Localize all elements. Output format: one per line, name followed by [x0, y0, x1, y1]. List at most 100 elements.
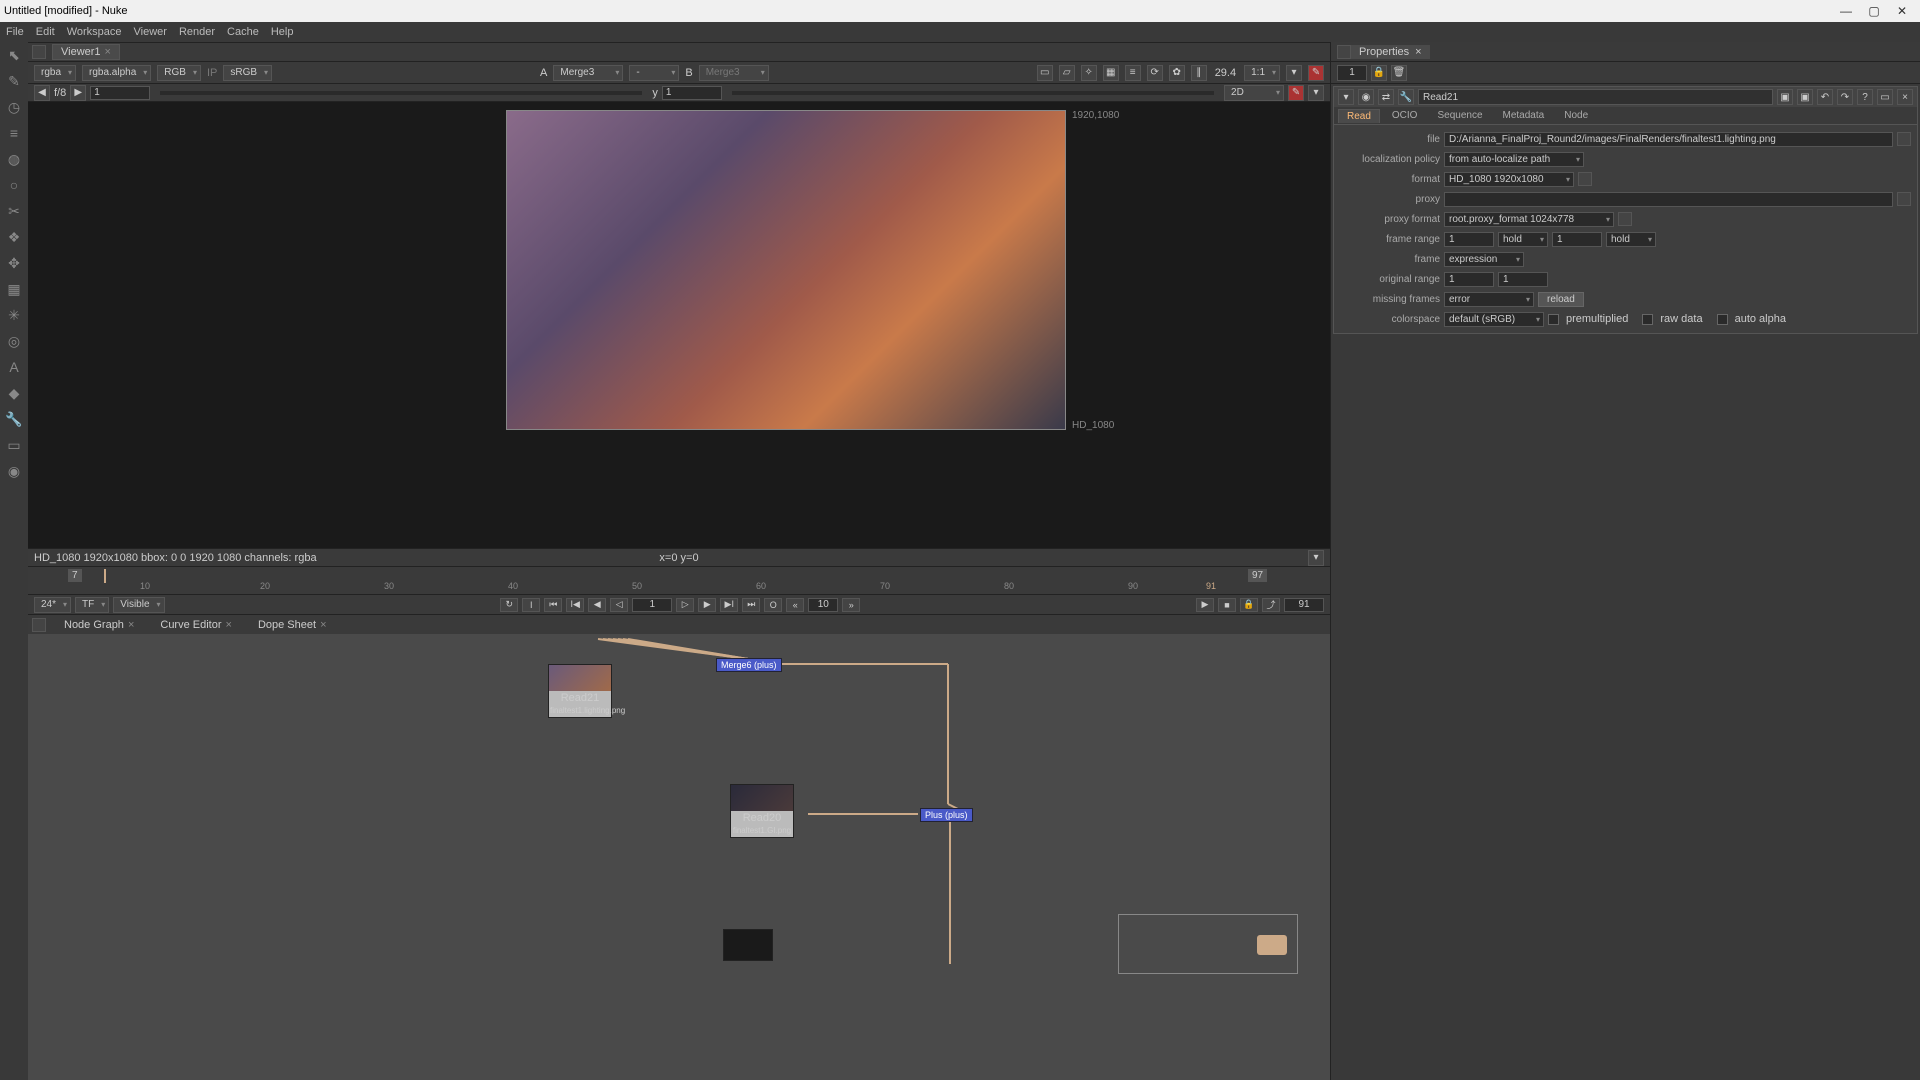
frame-dd[interactable]: expression: [1444, 252, 1524, 267]
tab-properties[interactable]: Properties×: [1351, 45, 1430, 59]
undo-icon[interactable]: ↶: [1817, 89, 1833, 105]
tab-handle-icon[interactable]: [32, 45, 46, 59]
proxyformat-dd[interactable]: root.proxy_format 1024x778: [1444, 212, 1614, 227]
endframe-input[interactable]: [1284, 598, 1324, 612]
gamma-input[interactable]: [662, 86, 722, 100]
skip-back-icon[interactable]: ⏮: [544, 598, 562, 612]
menu-viewer[interactable]: Viewer: [134, 26, 167, 38]
disc-icon[interactable]: ◎: [5, 332, 23, 350]
node-plus[interactable]: Plus (plus): [920, 808, 973, 822]
out-icon[interactable]: ⤴: [1262, 598, 1280, 612]
trash-icon[interactable]: 🗑: [1391, 65, 1407, 81]
move-icon[interactable]: ✥: [5, 254, 23, 272]
fps-dd[interactable]: 24*: [34, 597, 71, 613]
link-icon[interactable]: ⇄: [1378, 89, 1394, 105]
cube-icon[interactable]: ▦: [5, 280, 23, 298]
gamma-slider[interactable]: [732, 91, 1214, 95]
ring-icon[interactable]: ◉: [5, 462, 23, 480]
prev-key-icon[interactable]: I◀: [566, 598, 584, 612]
menu-edit[interactable]: Edit: [36, 26, 55, 38]
mode-dd[interactable]: 2D: [1224, 85, 1284, 101]
format-edit-icon[interactable]: [1578, 172, 1592, 186]
framerange-mode1-dd[interactable]: hold: [1498, 232, 1548, 247]
wrench-icon[interactable]: 🔧: [1398, 89, 1414, 105]
origrange-end[interactable]: [1498, 272, 1548, 287]
close-button[interactable]: ✕: [1888, 2, 1916, 20]
timeline-end[interactable]: 97: [1248, 569, 1267, 582]
node-read20[interactable]: Read20finaltest1.GI.png: [730, 784, 794, 838]
skip-fwd-icon[interactable]: ⏭: [742, 598, 760, 612]
rows-icon[interactable]: ≡: [5, 124, 23, 142]
stop-icon[interactable]: ■: [1218, 598, 1236, 612]
dup-icon[interactable]: ▣: [1797, 89, 1813, 105]
ptab-ocio[interactable]: OCIO: [1384, 109, 1426, 122]
prop-count-input[interactable]: [1337, 65, 1367, 81]
wand-icon[interactable]: ✧: [1081, 65, 1097, 81]
pen-icon[interactable]: ✎: [5, 72, 23, 90]
redo-icon[interactable]: ↷: [1837, 89, 1853, 105]
nodename-input[interactable]: [1418, 89, 1773, 105]
help-icon[interactable]: ?: [1857, 89, 1873, 105]
node-read-dark[interactable]: [723, 929, 773, 961]
float-icon[interactable]: ▭: [1877, 89, 1893, 105]
gear-icon[interactable]: ✿: [1169, 65, 1185, 81]
tag-icon[interactable]: ◆: [5, 384, 23, 402]
file-input[interactable]: [1444, 132, 1893, 147]
node-merge6[interactable]: Merge6 (plus): [716, 658, 782, 672]
format-edit-icon[interactable]: [1618, 212, 1632, 226]
ptab-sequence[interactable]: Sequence: [1429, 109, 1490, 122]
prev-icon[interactable]: ◀: [34, 85, 50, 101]
ptab-read[interactable]: Read: [1338, 109, 1380, 123]
node-graph[interactable]: Read21finaltest1.lighting.png Merge6 (pl…: [28, 634, 1330, 1080]
ptab-metadata[interactable]: Metadata: [1495, 109, 1553, 122]
pointer-icon[interactable]: ⬉: [5, 46, 23, 64]
browse-icon[interactable]: [1897, 132, 1911, 146]
b-input-dd[interactable]: Merge3: [699, 65, 769, 81]
panel-icon[interactable]: ▭: [5, 436, 23, 454]
clock-icon[interactable]: ◷: [5, 98, 23, 116]
close-icon[interactable]: ×: [226, 619, 232, 631]
menu-render[interactable]: Render: [179, 26, 215, 38]
play-back-icon[interactable]: ◀: [588, 598, 606, 612]
lock-icon[interactable]: 🔒: [1371, 65, 1387, 81]
missing-dd[interactable]: error: [1444, 292, 1534, 307]
colorspace-dd[interactable]: sRGB: [223, 65, 272, 81]
roi-icon[interactable]: ✎: [1288, 85, 1304, 101]
menu-icon[interactable]: ▾: [1308, 85, 1324, 101]
last-frame-icon[interactable]: O: [764, 598, 782, 612]
channel-dd-3[interactable]: RGB: [157, 65, 201, 81]
menu-file[interactable]: File: [6, 26, 24, 38]
tab-dopesheet[interactable]: Dope Sheet×: [250, 618, 335, 632]
format-dd[interactable]: HD_1080 1920x1080: [1444, 172, 1574, 187]
step-fwd-icon[interactable]: ▷: [676, 598, 694, 612]
next-icon[interactable]: ▶: [70, 85, 86, 101]
playhead-icon[interactable]: [104, 569, 106, 583]
close-icon[interactable]: ×: [105, 46, 111, 58]
globe-icon[interactable]: ◍: [5, 150, 23, 168]
circle-icon[interactable]: ○: [5, 176, 23, 194]
menu-help[interactable]: Help: [271, 26, 294, 38]
record-icon[interactable]: ✎: [1308, 65, 1324, 81]
maximize-button[interactable]: ▢: [1860, 2, 1888, 20]
viewer-node[interactable]: [1118, 914, 1298, 974]
loop-icon[interactable]: ↻: [500, 598, 518, 612]
reload-button[interactable]: reload: [1538, 292, 1584, 307]
lines-icon[interactable]: ≡: [1125, 65, 1141, 81]
visible-dd[interactable]: Visible: [113, 597, 164, 613]
scale-dd[interactable]: 1:1: [1244, 65, 1280, 81]
play-fwd-icon[interactable]: ▶: [698, 598, 716, 612]
text-icon[interactable]: A: [5, 358, 23, 376]
frame-input[interactable]: [632, 598, 672, 612]
framerange-mode2-dd[interactable]: hold: [1606, 232, 1656, 247]
channel-dd-2[interactable]: rgba.alpha: [82, 65, 151, 81]
expand-icon[interactable]: ▾: [1308, 550, 1324, 566]
ptab-node[interactable]: Node: [1556, 109, 1596, 122]
tab-viewer1[interactable]: Viewer1×: [52, 44, 120, 60]
cam-icon[interactable]: ▶: [1196, 598, 1214, 612]
knife-icon[interactable]: ✂: [5, 202, 23, 220]
tab-curveeditor[interactable]: Curve Editor×: [152, 618, 240, 632]
node-read21[interactable]: Read21finaltest1.lighting.png: [548, 664, 612, 718]
proxy-input[interactable]: [1444, 192, 1893, 207]
wrench-icon[interactable]: 🔧: [5, 410, 23, 428]
menu-cache[interactable]: Cache: [227, 26, 259, 38]
